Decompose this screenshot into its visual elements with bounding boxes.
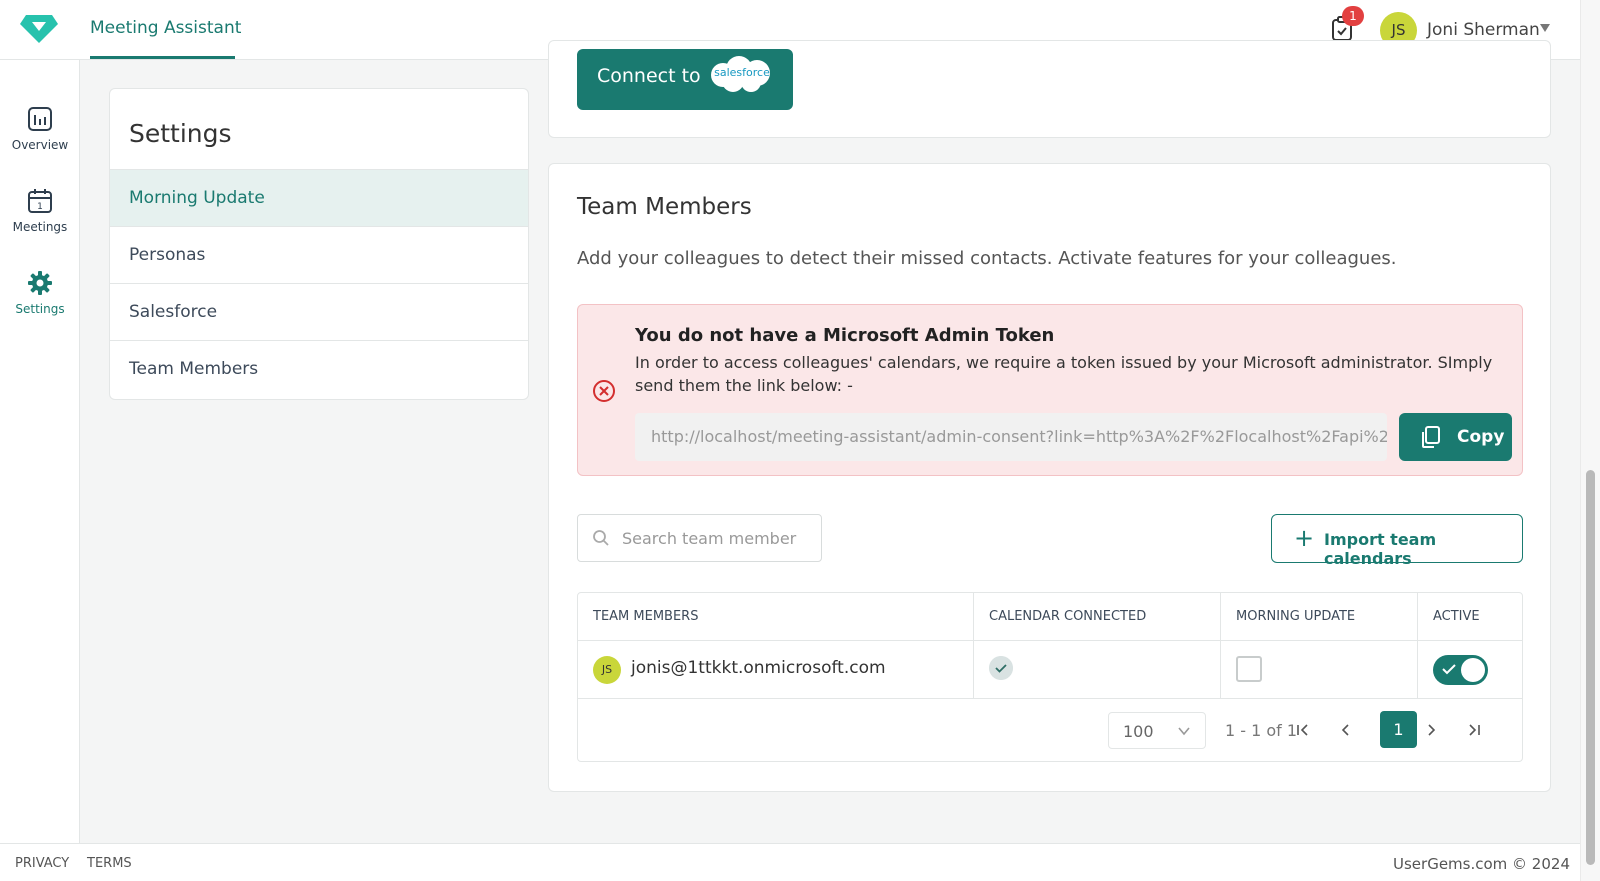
terms-link[interactable]: TERMS bbox=[87, 856, 132, 871]
toggle-knob bbox=[1461, 658, 1485, 682]
page-size-select[interactable]: 100 bbox=[1108, 712, 1206, 749]
page-size-value: 100 bbox=[1123, 722, 1154, 741]
cell-active bbox=[1418, 641, 1522, 699]
settings-item-morning-update[interactable]: Morning Update bbox=[110, 169, 528, 226]
connect-salesforce-button[interactable]: Connect to salesforce bbox=[577, 49, 793, 110]
search-team-member-field[interactable] bbox=[577, 514, 822, 562]
previous-page-button[interactable] bbox=[1328, 712, 1364, 749]
user-name[interactable]: Joni Sherman bbox=[1427, 20, 1540, 40]
search-team-member-input[interactable] bbox=[622, 523, 812, 553]
import-team-calendars-button[interactable]: + Import team calendars bbox=[1271, 514, 1523, 568]
member-avatar: JS bbox=[593, 656, 621, 684]
page-number-button[interactable]: 1 bbox=[1380, 711, 1417, 748]
nav-label-meetings: Meetings bbox=[12, 220, 68, 234]
nav-label-overview: Overview bbox=[11, 138, 69, 152]
first-page-button[interactable] bbox=[1285, 712, 1321, 749]
settings-item-salesforce[interactable]: Salesforce bbox=[110, 283, 528, 340]
next-page-button[interactable] bbox=[1413, 712, 1449, 749]
chevron-down-icon bbox=[1178, 727, 1190, 736]
admin-consent-link-field[interactable]: http://localhost/meeting-assistant/admin… bbox=[635, 413, 1387, 461]
salesforce-card: Connect to salesforce bbox=[548, 40, 1551, 138]
team-members-table: TEAM MEMBERS CALENDAR CONNECTED MORNING … bbox=[577, 592, 1523, 762]
active-tab-indicator bbox=[90, 56, 235, 59]
salesforce-logo: salesforce bbox=[711, 56, 770, 92]
nav-item-settings[interactable]: Settings bbox=[0, 270, 80, 316]
salesforce-logo-text: salesforce bbox=[714, 66, 770, 79]
usergems-logo-icon[interactable] bbox=[20, 13, 58, 45]
team-members-title: Team Members bbox=[577, 194, 752, 220]
team-members-description: Add your colleagues to detect their miss… bbox=[577, 248, 1397, 269]
calendar-connected-check-icon bbox=[989, 656, 1013, 680]
left-nav: Overview 1 Meetings Settings bbox=[0, 60, 80, 843]
notification-badge: 1 bbox=[1342, 6, 1364, 26]
settings-item-personas[interactable]: Personas bbox=[110, 226, 528, 283]
check-icon bbox=[1442, 664, 1456, 675]
admin-token-alert: You do not have a Microsoft Admin Token … bbox=[577, 304, 1523, 476]
footer: PRIVACY TERMS UserGems.com © 2024 bbox=[0, 843, 1580, 881]
page-scrollbar[interactable] bbox=[1580, 0, 1600, 881]
chevron-left-icon bbox=[1341, 724, 1349, 736]
calendar-icon: 1 bbox=[28, 189, 52, 213]
caret-down-icon[interactable] bbox=[1540, 24, 1550, 32]
team-members-card: Team Members Add your colleagues to dete… bbox=[548, 163, 1551, 792]
settings-menu-card: Settings Morning Update Personas Salesfo… bbox=[109, 88, 529, 400]
connect-label: Connect to bbox=[597, 65, 701, 87]
column-header-active[interactable]: ACTIVE bbox=[1418, 593, 1522, 641]
nav-label-settings: Settings bbox=[15, 302, 65, 316]
alert-title: You do not have a Microsoft Admin Token bbox=[635, 325, 1055, 346]
last-page-button[interactable] bbox=[1456, 712, 1492, 749]
settings-item-team-members[interactable]: Team Members bbox=[110, 340, 528, 397]
error-circle-icon bbox=[593, 380, 615, 402]
column-header-morning-update[interactable]: MORNING UPDATE bbox=[1221, 593, 1418, 641]
gear-icon bbox=[28, 271, 52, 295]
alert-body: In order to access colleagues' calendars… bbox=[635, 353, 1493, 395]
plus-icon: + bbox=[1294, 524, 1315, 552]
first-page-icon bbox=[1297, 724, 1308, 736]
active-toggle[interactable] bbox=[1433, 655, 1488, 685]
copy-link-button[interactable]: Copy bbox=[1399, 413, 1512, 461]
tab-meeting-assistant[interactable]: Meeting Assistant bbox=[90, 18, 241, 38]
search-icon bbox=[593, 530, 609, 546]
chevron-right-icon bbox=[1428, 724, 1436, 736]
cell-calendar-connected bbox=[974, 641, 1221, 699]
svg-text:1: 1 bbox=[37, 202, 43, 212]
column-header-team-members[interactable]: TEAM MEMBERS bbox=[578, 593, 974, 641]
copyright-text: UserGems.com © 2024 bbox=[1393, 855, 1570, 873]
copy-icon bbox=[1422, 426, 1440, 448]
nav-item-overview[interactable]: Overview bbox=[0, 106, 80, 152]
settings-title: Settings bbox=[129, 119, 232, 148]
morning-update-checkbox[interactable] bbox=[1236, 656, 1262, 682]
nav-item-meetings[interactable]: 1 Meetings bbox=[0, 188, 80, 234]
cell-morning-update bbox=[1221, 641, 1418, 699]
cell-member: JS jonis@1ttkkt.onmicrosoft.com bbox=[578, 641, 974, 699]
copy-label: Copy bbox=[1457, 427, 1505, 447]
bar-chart-icon bbox=[28, 107, 52, 131]
import-label: Import team calendars bbox=[1324, 530, 1437, 568]
privacy-link[interactable]: PRIVACY bbox=[15, 856, 69, 871]
column-header-calendar-connected[interactable]: CALENDAR CONNECTED bbox=[974, 593, 1221, 641]
scrollbar-thumb[interactable] bbox=[1586, 470, 1595, 865]
member-email: jonis@1ttkkt.onmicrosoft.com bbox=[631, 658, 886, 678]
last-page-icon bbox=[1469, 724, 1480, 736]
